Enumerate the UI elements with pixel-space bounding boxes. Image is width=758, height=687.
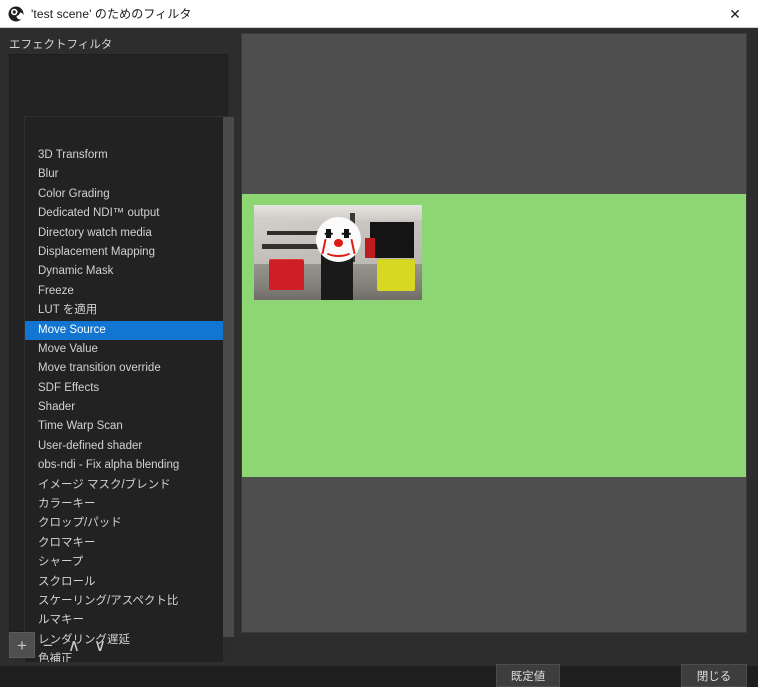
filters-dialog: 'test scene' のためのフィルタ ✕ エフェクトフィルタ 3D Tra… [0,0,758,687]
clown-right-eye-cross [342,232,351,235]
menu-item-20[interactable]: クロマキー [25,534,224,553]
menu-item-16[interactable]: obs-ndi - Fix alpha blending [25,456,224,475]
menu-scrollbar[interactable] [223,117,234,662]
menu-item-5[interactable]: Displacement Mapping [25,243,224,262]
window-title: 'test scene' のためのフィルタ [31,7,192,21]
menu-item-13[interactable]: Shader [25,398,224,417]
menu-item-17[interactable]: イメージ マスク/ブレンド [25,476,224,495]
clown-left-eye [324,228,333,239]
obs-logo-icon [8,6,24,21]
preview-canvas [242,194,746,477]
effect-filters-label: エフェクトフィルタ [9,39,113,51]
add-filter-menu[interactable]: 3D Transform Blur Color Grading Dedicated N… [24,116,235,663]
menu-item-15[interactable]: User-defined shader [25,437,224,456]
photo-red-object [364,238,375,259]
filter-list-toolbar: + − ∧ ∨ [9,632,113,658]
add-filter-menu-items: 3D Transform Blur Color Grading Dedicated N… [25,146,224,662]
remove-filter-button[interactable]: − [35,632,61,658]
clown-left-eye-cross [324,232,333,235]
menu-item-21[interactable]: シャープ [25,553,224,572]
clown-smile [323,243,353,257]
menu-item-10[interactable]: Move Value [25,340,224,359]
menu-item-6[interactable]: Dynamic Mask [25,262,224,281]
menu-item-22[interactable]: スクロール [25,573,224,592]
menu-item-19[interactable]: クロップ/パッド [25,514,224,533]
menu-item-24[interactable]: ルマキー [25,611,224,630]
clown-face-overlay [316,217,361,262]
close-window-button[interactable]: ✕ [712,0,758,27]
menu-item-18[interactable]: カラーキー [25,495,224,514]
menu-item-9[interactable]: Move Source [25,320,224,340]
menu-item-11[interactable]: Move transition override [25,359,224,378]
close-button[interactable]: 閉じる [681,664,747,687]
menu-item-2[interactable]: Color Grading [25,185,224,204]
menu-item-12[interactable]: SDF Effects [25,379,224,398]
preview-panel [241,33,747,633]
move-filter-up-button[interactable]: ∧ [61,632,87,658]
menu-scrollbar-thumb[interactable] [223,117,234,637]
title-bar: 'test scene' のためのフィルタ ✕ [0,0,758,28]
photo-red-sofa [269,260,305,290]
menu-item-23[interactable]: スケーリング/アスペクト比 [25,592,224,611]
menu-item-1[interactable]: Blur [25,165,224,184]
source-image-room-photo [254,205,422,300]
menu-item-4[interactable]: Directory watch media [25,224,224,243]
photo-yellow-sofa [376,260,416,292]
menu-item-14[interactable]: Time Warp Scan [25,417,224,436]
add-filter-button[interactable]: + [9,632,35,658]
clown-right-eye [342,228,351,239]
menu-item-0[interactable]: 3D Transform [25,146,224,165]
menu-item-7[interactable]: Freeze [25,282,224,301]
move-filter-down-button[interactable]: ∨ [87,632,113,658]
menu-item-8[interactable]: LUT を適用 [25,301,224,320]
defaults-button[interactable]: 既定値 [496,664,560,687]
dialog-content: エフェクトフィルタ 3D Transform Blur Color Grading D… [0,28,758,687]
menu-item-3[interactable]: Dedicated NDI™ output [25,204,224,223]
photo-dark-room [369,222,414,259]
